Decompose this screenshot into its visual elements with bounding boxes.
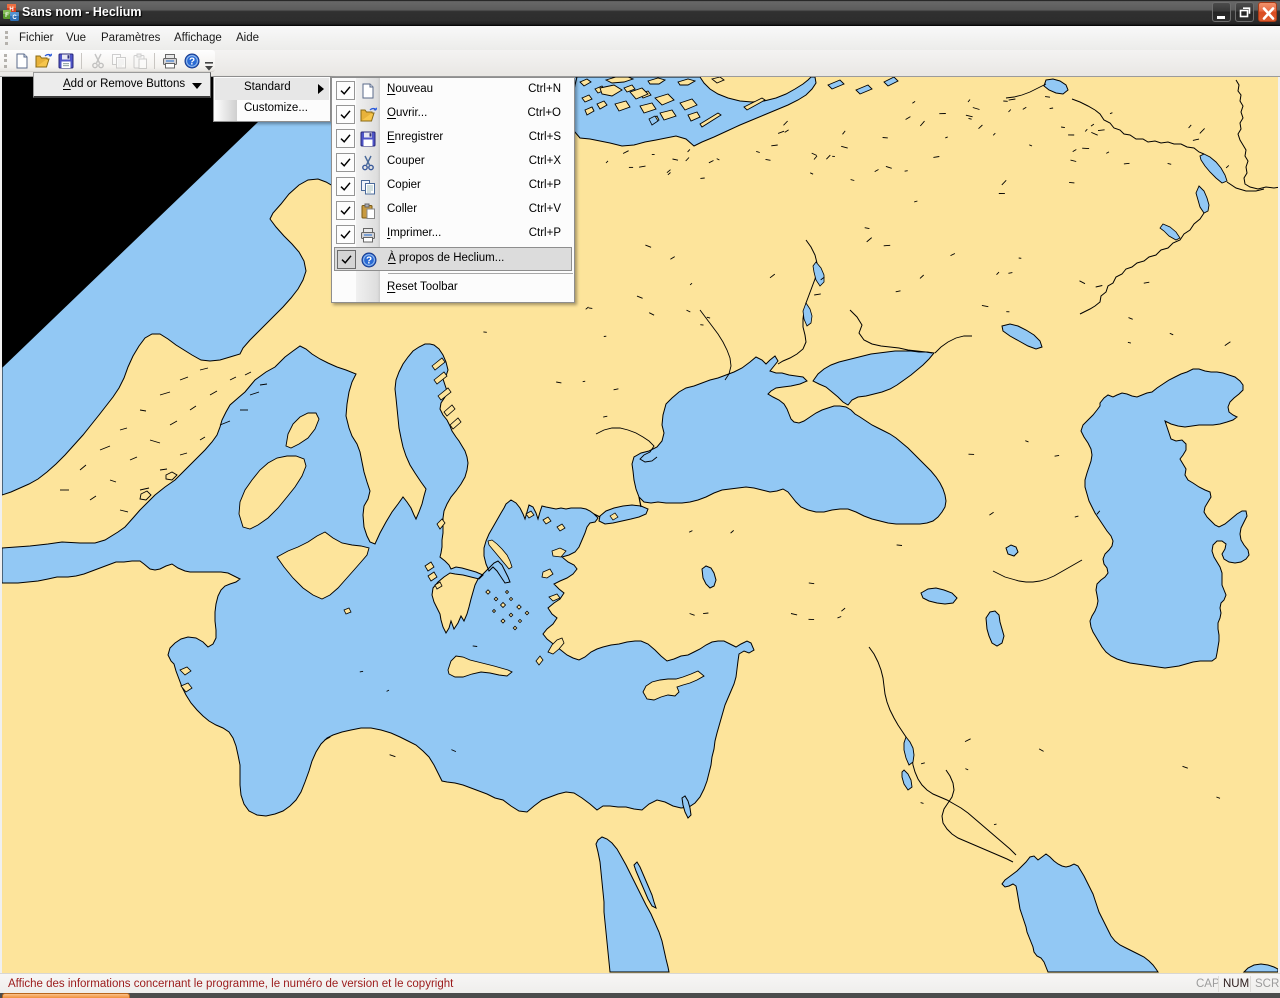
svg-text:C: C — [12, 15, 17, 21]
svg-text:?: ? — [366, 256, 372, 267]
svg-text:?: ? — [189, 57, 195, 68]
svg-text:F: F — [5, 13, 9, 19]
